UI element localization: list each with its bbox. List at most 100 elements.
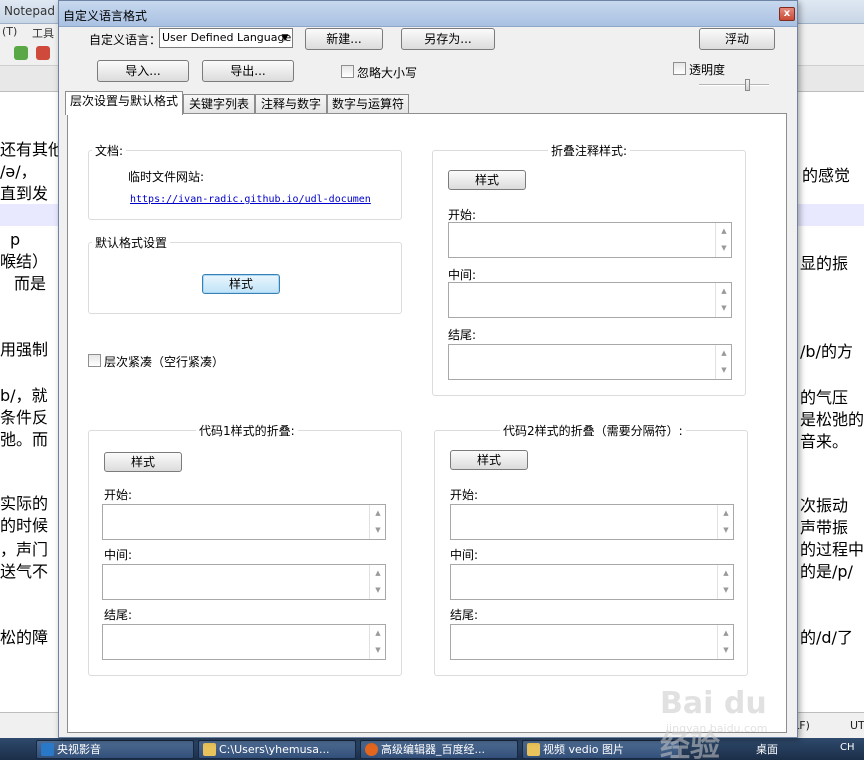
ignore-case-checkbox[interactable] [341,65,354,78]
fold-comment-close-input[interactable]: ▲ ▼ [448,344,732,380]
field-scrollbar[interactable]: ▲ ▼ [715,283,731,317]
scroll-down-icon[interactable]: ▼ [716,362,732,379]
compact-label: 层次紧凑（空行紧凑） [104,355,225,369]
fold-code2-open-label: 开始: [450,488,479,502]
scroll-up-icon[interactable]: ▲ [718,565,734,582]
folder-icon [527,743,540,756]
fold-comment-title: 折叠注释样式: [548,142,631,159]
scroll-up-icon[interactable]: ▲ [370,625,386,642]
fold-code2-style-button[interactable]: 样式 [450,450,528,470]
scroll-down-icon[interactable]: ▼ [716,240,732,257]
default-style-button[interactable]: 样式 [202,274,280,294]
save-as-button[interactable]: 另存为... [401,28,495,50]
documentation-title: 文档: [92,142,127,159]
taskbar-item-notepad[interactable]: C:\Users\yhemusa... [198,740,356,759]
field-scrollbar[interactable]: ▲ ▼ [717,625,733,659]
taskbar-item-firefox[interactable]: 高级编辑器_百度经... [360,740,518,759]
user-defined-language-dialog: 自定义语言格式 x 自定义语言： User Defined Language ▼… [58,0,798,738]
slider-thumb[interactable] [745,79,750,91]
editor-line: 而是 [14,274,47,293]
tab-comment-number[interactable]: 注释与数字 [255,94,327,114]
fold-code2-open-input[interactable]: ▲ ▼ [450,504,734,540]
menu-fragment[interactable]: (T) [2,25,17,38]
scroll-down-icon[interactable]: ▼ [370,642,386,659]
scroll-down-icon[interactable]: ▼ [718,582,734,599]
fold-code1-middle-input[interactable]: ▲ ▼ [102,564,386,600]
taskbar-item-folder[interactable]: 视频 vedio 图片 [522,740,680,759]
fold-comment-style-button[interactable]: 样式 [448,170,526,190]
editor-line: 送气不 [0,562,49,581]
scroll-up-icon[interactable]: ▲ [716,283,732,300]
scroll-down-icon[interactable]: ▼ [718,642,734,659]
status-encoding: UT [850,719,864,732]
editor-line: 实际的 [0,494,49,513]
notepad-app-icon [203,743,216,756]
field-scrollbar[interactable]: ▲ ▼ [369,565,385,599]
fold-code1-style-button[interactable]: 样式 [104,452,182,472]
fold-comment-middle-input[interactable]: ▲ ▼ [448,282,732,318]
zoom-in-icon[interactable] [14,46,28,60]
chevron-down-icon: ▼ [281,33,289,43]
editor-line: 直到发 [0,184,49,203]
editor-line-right: 的过程中 [800,540,864,559]
documentation-link[interactable]: https://ivan-radic.github.io/udl-documen [130,194,371,205]
editor-line: 松的障 [0,628,49,647]
editor-line-right: 声带振 [800,518,849,537]
zoom-out-icon[interactable] [36,46,50,60]
language-indicator[interactable]: CH [840,742,855,753]
tab-keywords[interactable]: 关键字列表 [183,94,255,114]
cctv-app-icon [41,743,54,756]
scroll-down-icon[interactable]: ▼ [370,582,386,599]
close-icon[interactable]: x [779,7,795,21]
scroll-down-icon[interactable]: ▼ [716,300,732,317]
firefox-icon [365,743,378,756]
field-scrollbar[interactable]: ▲ ▼ [715,223,731,257]
scroll-up-icon[interactable]: ▲ [370,565,386,582]
float-button[interactable]: 浮动 [699,28,775,50]
field-scrollbar[interactable]: ▲ ▼ [369,625,385,659]
transparency-slider[interactable] [699,79,769,91]
scroll-up-icon[interactable]: ▲ [716,345,732,362]
fold-code1-open-label: 开始: [104,488,133,502]
editor-line: b/，就 [0,386,48,405]
fold-code1-close-input[interactable]: ▲ ▼ [102,624,386,660]
scroll-down-icon[interactable]: ▼ [718,522,734,539]
fold-code2-middle-input[interactable]: ▲ ▼ [450,564,734,600]
import-button[interactable]: 导入... [97,60,189,82]
menu-tools[interactable]: 工具 [32,25,54,41]
fold-code2-close-input[interactable]: ▲ ▼ [450,624,734,660]
new-button[interactable]: 新建... [305,28,383,50]
temp-site-label: 临时文件网站: [128,170,205,184]
export-button[interactable]: 导出... [202,60,294,82]
scroll-up-icon[interactable]: ▲ [718,505,734,522]
editor-line: 弛。而 [0,430,49,449]
editor-line: 还有其他 [0,140,65,159]
editor-line-right: 显的振 [800,254,849,273]
tab-operators[interactable]: 数字与运算符 [327,94,409,114]
transparency-checkbox[interactable] [673,62,686,75]
editor-line-right: 次振动 [800,496,849,515]
editor-line: p [10,230,21,249]
field-scrollbar[interactable]: ▲ ▼ [715,345,731,379]
editor-line: 的时候 [0,516,49,535]
dialog-titlebar[interactable]: 自定义语言格式 x [59,1,797,27]
scroll-down-icon[interactable]: ▼ [370,522,386,539]
editor-line-right: 的气压 [800,388,849,407]
language-select[interactable]: User Defined Language ▼ [159,28,293,48]
scroll-up-icon[interactable]: ▲ [716,223,732,240]
scroll-up-icon[interactable]: ▲ [370,505,386,522]
scroll-up-icon[interactable]: ▲ [718,625,734,642]
field-scrollbar[interactable]: ▲ ▼ [717,565,733,599]
editor-line-right: 的感觉 [802,166,851,185]
documentation-group [88,150,402,220]
fold-comment-open-input[interactable]: ▲ ▼ [448,222,732,258]
compact-checkbox[interactable] [88,354,101,367]
tab-folder-default[interactable]: 层次设置与默认格式 [65,91,183,115]
fold-code1-title: 代码1样式的折叠: [196,422,298,439]
field-scrollbar[interactable]: ▲ ▼ [369,505,385,539]
field-scrollbar[interactable]: ▲ ▼ [717,505,733,539]
editor-line: /ə/， [0,162,37,181]
fold-code1-open-input[interactable]: ▲ ▼ [102,504,386,540]
taskbar-item-cctv[interactable]: 央视影音 [36,740,194,759]
editor-line-right: /b/的方 [800,342,853,361]
